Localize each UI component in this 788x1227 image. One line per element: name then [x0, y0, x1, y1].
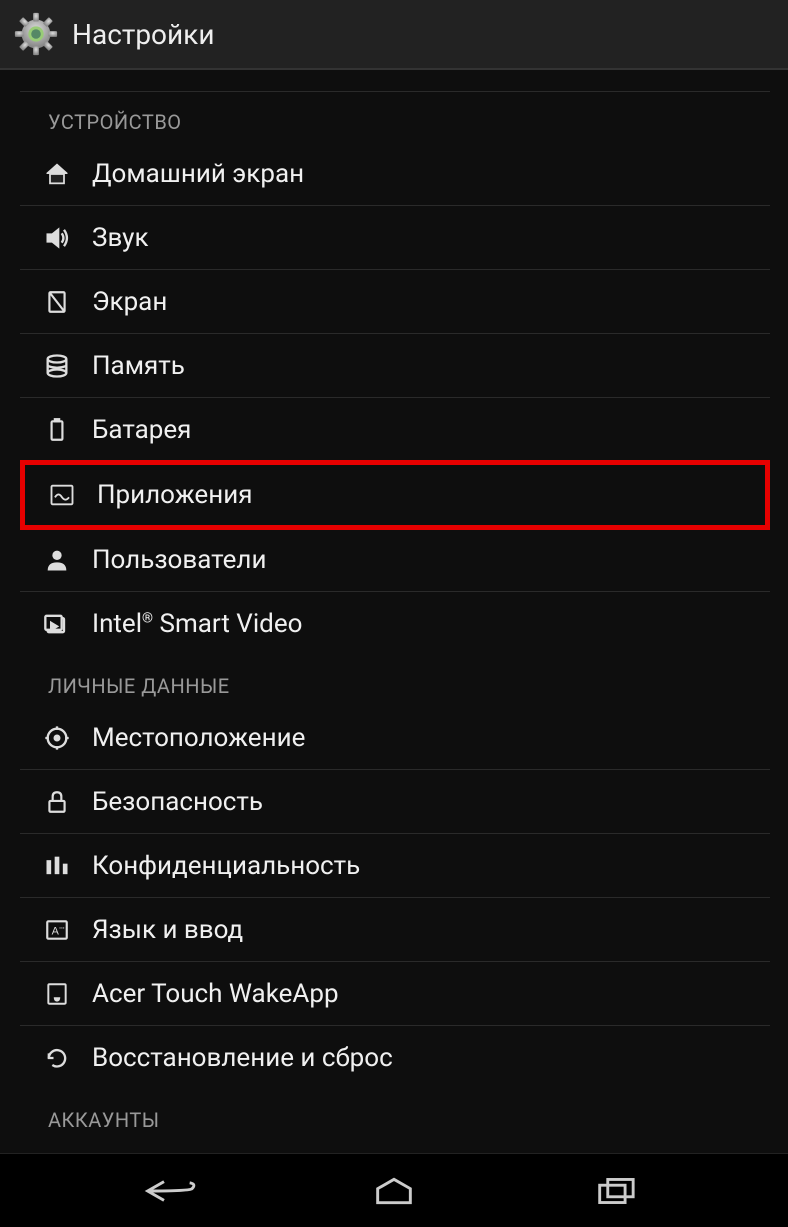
row-label: Восстановление и сброс — [92, 1043, 393, 1073]
back-button[interactable] — [141, 1171, 201, 1211]
lock-icon — [42, 787, 72, 817]
users-icon — [42, 545, 72, 575]
row-backup-reset[interactable]: Восстановление и сброс — [20, 1026, 770, 1090]
partial-row-above — [20, 70, 770, 92]
language-icon: A••• — [42, 915, 72, 945]
row-battery[interactable]: Батарея — [20, 398, 770, 462]
row-language-input[interactable]: A••• Язык и ввод — [20, 898, 770, 962]
recent-apps-button[interactable] — [587, 1171, 647, 1211]
row-label: Acer Touch WakeApp — [92, 979, 339, 1009]
row-home-screen[interactable]: Домашний экран — [20, 142, 770, 206]
navigation-bar — [0, 1153, 788, 1227]
storage-icon — [42, 351, 72, 381]
row-label: Язык и ввод — [92, 915, 243, 945]
app-title: Настройки — [72, 18, 214, 51]
location-icon — [42, 723, 72, 753]
row-storage[interactable]: Память — [20, 334, 770, 398]
sound-icon — [42, 223, 72, 253]
apps-icon — [47, 480, 77, 510]
video-icon — [42, 609, 72, 639]
row-label: Звук — [92, 223, 149, 253]
row-label: Безопасность — [92, 787, 263, 817]
row-location[interactable]: Местоположение — [20, 706, 770, 770]
row-label: Конфиденциальность — [92, 851, 360, 881]
row-apps[interactable]: Приложения — [20, 460, 770, 530]
home-button[interactable] — [364, 1171, 424, 1211]
svg-text:•••: ••• — [59, 926, 65, 932]
section-header-accounts: АККАУНТЫ — [20, 1090, 788, 1140]
display-icon — [42, 287, 72, 317]
row-acer-touch[interactable]: Acer Touch WakeApp — [20, 962, 770, 1026]
row-label: Intel® Smart Video — [92, 609, 302, 639]
row-label: Домашний экран — [92, 159, 304, 189]
row-privacy[interactable]: Конфиденциальность — [20, 834, 770, 898]
row-label: Местоположение — [92, 723, 305, 753]
battery-icon — [42, 415, 72, 445]
row-label: Батарея — [92, 415, 191, 445]
row-display[interactable]: Экран — [20, 270, 770, 334]
reset-icon — [42, 1043, 72, 1073]
row-label: Приложения — [97, 480, 252, 510]
row-intel-smart-video[interactable]: Intel® Smart Video — [20, 592, 770, 656]
privacy-icon — [42, 851, 72, 881]
settings-gear-icon — [12, 10, 60, 58]
settings-list: УСТРОЙСТВО Домашний экран Звук Экран Пам… — [0, 70, 788, 1153]
row-security[interactable]: Безопасность — [20, 770, 770, 834]
row-label: Память — [92, 351, 185, 381]
row-sound[interactable]: Звук — [20, 206, 770, 270]
row-label: Экран — [92, 287, 167, 317]
home-icon — [42, 159, 72, 189]
row-google[interactable]: g Google — [20, 1140, 770, 1153]
row-label: Пользователи — [92, 545, 266, 575]
section-header-personal: ЛИЧНЫЕ ДАННЫЕ — [20, 656, 788, 706]
row-users[interactable]: Пользователи — [20, 528, 770, 592]
section-header-device: УСТРОЙСТВО — [20, 92, 788, 142]
touch-icon — [42, 979, 72, 1009]
app-header: Настройки — [0, 0, 788, 70]
